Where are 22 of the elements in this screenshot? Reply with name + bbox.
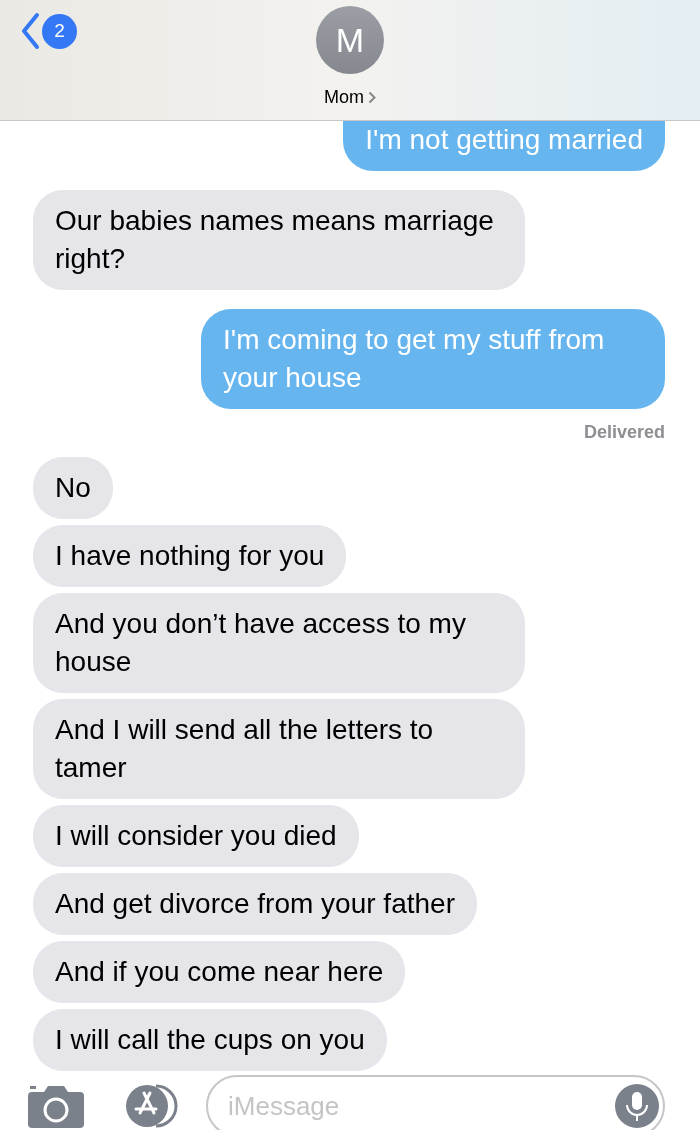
received-message-bubble: Our babies names means marriage right?: [33, 190, 525, 290]
unread-count-badge: 2: [42, 13, 77, 49]
chevron-right-icon: [368, 91, 376, 104]
message-input[interactable]: iMessage: [228, 1086, 615, 1126]
received-message-bubble: And get divorce from your father: [33, 873, 477, 935]
contact-name[interactable]: Mom: [324, 84, 364, 111]
received-message-bubble: And you don’t have access to my house: [33, 593, 525, 693]
sent-message-bubble: I'm coming to get my stuff from your house: [201, 309, 665, 409]
back-chevron-icon: [20, 12, 40, 50]
received-message-bubble: And if you come near here: [33, 941, 406, 1003]
received-message-bubble: No: [33, 457, 113, 519]
received-message-bubble: I will call the cups on you: [33, 1009, 387, 1071]
received-message-bubble: I have nothing for you: [33, 525, 347, 587]
received-message-bubble: I will consider you died: [33, 805, 359, 867]
delivery-status: Delivered: [583, 421, 665, 444]
camera-icon[interactable]: [28, 1084, 84, 1128]
back-button[interactable]: 2: [20, 12, 77, 50]
message-input-field[interactable]: iMessage: [206, 1075, 665, 1130]
received-message-bubble: And I will send all the letters to tamer: [33, 699, 525, 799]
sent-message-bubble: I'm not getting married: [343, 121, 665, 171]
microphone-icon[interactable]: [615, 1084, 659, 1128]
contact-avatar[interactable]: M: [316, 6, 384, 74]
